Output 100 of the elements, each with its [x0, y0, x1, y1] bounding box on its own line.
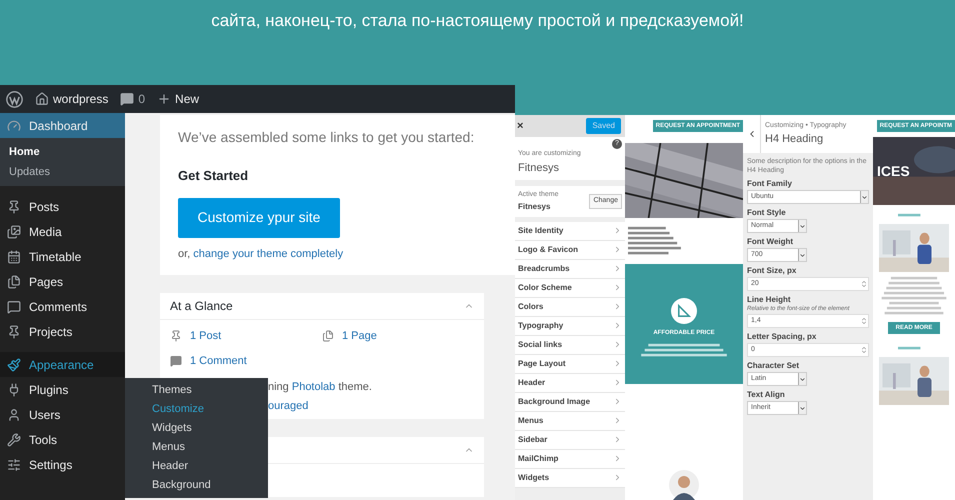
plus-icon	[157, 92, 172, 106]
spinner-icon	[860, 346, 868, 354]
welcome-heading: Get Started	[178, 167, 248, 185]
text-lines-drawing	[881, 276, 947, 316]
field-label: Font Style	[747, 208, 787, 218]
welcome-intro: We’ve assembled some links to get you started:	[178, 128, 474, 147]
site-title: Fitnesys	[518, 160, 560, 176]
flyout-item[interactable]: Themes	[125, 381, 268, 400]
sidebar-item[interactable]: Settings	[0, 452, 125, 477]
person-icon	[7, 408, 21, 422]
calendar-icon	[7, 250, 21, 264]
customizer-section[interactable]: Background Image	[515, 392, 625, 412]
sidebar-item[interactable]: Timetable	[0, 244, 125, 269]
flyout-item[interactable]: Customize	[125, 400, 268, 419]
sidebar-item[interactable]: Tools	[0, 427, 125, 452]
pages-icon	[7, 274, 21, 288]
customizer-section[interactable]: Menus	[515, 412, 625, 430]
customizer-section[interactable]: MailChimp	[515, 450, 625, 468]
field-label: Font Family	[747, 179, 793, 189]
customizer-section[interactable]: Colors	[515, 298, 625, 316]
theme-text: ning Photolab theme.	[268, 380, 373, 395]
chevron-right-icon	[613, 245, 622, 254]
chevron-right-icon	[613, 302, 622, 311]
chevron-right-icon	[613, 454, 622, 463]
brush-icon	[7, 358, 21, 372]
sidebar-item[interactable]: Plugins	[0, 377, 125, 402]
caret-icon	[799, 252, 806, 258]
caret-icon	[799, 376, 806, 382]
customizer-section[interactable]: Typography	[515, 316, 625, 336]
field-label: Font Size, px	[747, 266, 798, 276]
sidebar-item[interactable]: Dashboard	[0, 113, 125, 138]
field-label: Text Align	[747, 390, 786, 400]
theme-link[interactable]: Photolab	[292, 381, 336, 393]
customizer-section[interactable]: Widgets	[515, 468, 625, 488]
customizer-section[interactable]: Social links	[515, 336, 625, 354]
new-link[interactable]: New	[157, 90, 200, 108]
sidebar-item[interactable]: Users	[0, 402, 125, 427]
chevron-right-icon	[613, 321, 622, 330]
images-icon	[7, 224, 21, 238]
speech-bubble-icon	[170, 354, 182, 367]
text-lines-drawing	[628, 226, 682, 256]
caret-icon	[799, 404, 806, 412]
spinner-icon	[860, 317, 868, 325]
section-title: H4 Heading	[765, 132, 824, 147]
active-theme-name: Fitnesys	[518, 200, 552, 212]
panel-title: At a Glance	[170, 298, 233, 315]
chevron-right-icon	[613, 359, 622, 368]
home-icon	[35, 92, 49, 106]
pages-link[interactable]: 1 Page	[342, 328, 377, 344]
pin-icon	[7, 324, 21, 338]
plug-icon	[7, 382, 21, 396]
banner-text: сайта, наконец-то, стала по-настоящему простой и предсказуемой!	[211, 10, 744, 30]
flyout-item[interactable]: Background	[125, 476, 268, 495]
chevron-right-icon	[613, 378, 622, 387]
gauge-icon	[7, 118, 21, 132]
speech-bubble-icon	[120, 92, 134, 106]
customizer-section[interactable]: Header	[515, 374, 625, 392]
wrench-icon	[7, 432, 21, 446]
flyout-item[interactable]: Menus	[125, 438, 268, 457]
flyout-item[interactable]: Header	[125, 457, 268, 476]
caret-icon	[861, 194, 868, 200]
sidebar-item[interactable]: Appearance	[0, 352, 125, 377]
chevron-right-icon	[613, 435, 622, 444]
posts-link[interactable]: 1 Post	[190, 328, 222, 344]
sidebar-item[interactable]: Posts	[0, 194, 125, 219]
chevron-right-icon	[613, 397, 622, 406]
chevron-right-icon	[613, 283, 622, 292]
sidebar-item[interactable]: Media	[0, 219, 125, 244]
customizer-section[interactable]: Page Layout	[515, 354, 625, 374]
customizer-section[interactable]: Color Scheme	[515, 278, 625, 298]
flyout-item[interactable]: Widgets	[125, 419, 268, 438]
wordpress-logo-icon[interactable]	[6, 90, 23, 108]
submenu-item[interactable]: Home	[0, 142, 125, 162]
pages-icon	[322, 330, 334, 342]
ruler-icon	[671, 298, 697, 324]
comments-link[interactable]: 1 Comment	[190, 352, 247, 369]
customizer-section[interactable]: Sidebar	[515, 430, 625, 450]
discouraged-link[interactable]: ouraged	[268, 398, 484, 414]
sidebar-item[interactable]: Comments	[0, 294, 125, 319]
speech-bubble-icon	[7, 300, 21, 314]
comments-link[interactable]: 0	[120, 90, 146, 108]
chevron-right-icon	[613, 473, 622, 482]
change-theme-link[interactable]: change your theme completely	[193, 248, 344, 260]
field-label: Line Height	[747, 295, 792, 305]
sidebar-item[interactable]: Pages	[0, 269, 125, 294]
sidebar-item[interactable]: Projects	[0, 319, 125, 344]
field-label: Character Set	[747, 361, 800, 371]
customizer-section[interactable]: Site Identity	[515, 222, 625, 240]
chevron-right-icon	[613, 416, 622, 425]
chevron-right-icon	[613, 226, 622, 235]
alternative-text: or, change your theme completely	[178, 246, 344, 262]
caret-icon	[799, 222, 806, 230]
field-label: Letter Spacing, px	[747, 332, 818, 342]
close-button[interactable]: ×	[517, 118, 524, 134]
submenu-item[interactable]: Updates	[0, 162, 125, 182]
field-label: Font Weight	[747, 237, 794, 247]
spinner-icon	[860, 280, 868, 288]
customizer-section[interactable]: Breadcrumbs	[515, 260, 625, 278]
site-link[interactable]: wordpress	[35, 90, 108, 108]
customizer-section[interactable]: Logo & Favicon	[515, 240, 625, 260]
